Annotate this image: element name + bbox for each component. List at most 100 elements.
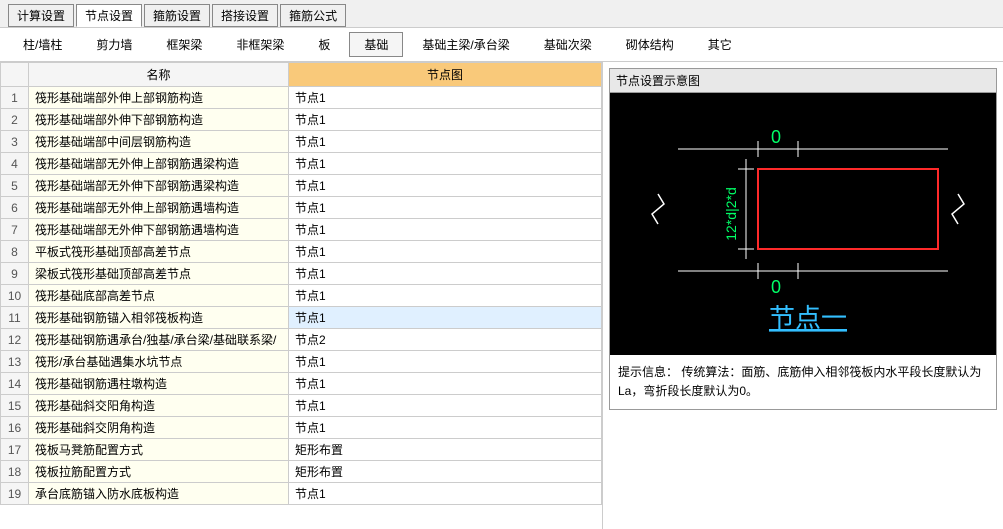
row-name[interactable]: 筏形/承台基础遇集水坑节点: [29, 351, 289, 373]
table-row[interactable]: 2筏形基础端部外伸下部钢筋构造节点1: [1, 109, 602, 131]
top-tab-1[interactable]: 节点设置: [76, 4, 142, 27]
row-num: 9: [1, 263, 29, 285]
row-node[interactable]: 节点1: [289, 263, 602, 285]
row-node[interactable]: 节点1: [289, 285, 602, 307]
table-row[interactable]: 15筏形基础斜交阳角构造节点1: [1, 395, 602, 417]
table-row[interactable]: 6筏形基础端部无外伸上部钢筋遇墙构造节点1: [1, 197, 602, 219]
sub-tab-9[interactable]: 其它: [693, 32, 747, 57]
row-name[interactable]: 筏形基础钢筋遇承台/独基/承台梁/基础联系梁/: [29, 329, 289, 351]
row-name[interactable]: 筏形基础端部中间层钢筋构造: [29, 131, 289, 153]
row-node[interactable]: 节点1: [289, 395, 602, 417]
row-node[interactable]: 节点1: [289, 109, 602, 131]
row-num: 19: [1, 483, 29, 505]
row-name[interactable]: 筏形基础端部外伸下部钢筋构造: [29, 109, 289, 131]
top-tab-3[interactable]: 搭接设置: [212, 4, 278, 27]
row-node[interactable]: 节点1: [289, 131, 602, 153]
row-num: 5: [1, 175, 29, 197]
table-row[interactable]: 4筏形基础端部无外伸上部钢筋遇梁构造节点1: [1, 153, 602, 175]
row-node[interactable]: 节点1: [289, 373, 602, 395]
sub-tab-bar: 柱/墙柱剪力墙框架梁非框架梁板基础基础主梁/承台梁基础次梁砌体结构其它: [0, 27, 1003, 62]
top-tab-2[interactable]: 箍筋设置: [144, 4, 210, 27]
col-header-node: 节点图: [289, 63, 602, 87]
table-row[interactable]: 7筏形基础端部无外伸下部钢筋遇墙构造节点1: [1, 219, 602, 241]
row-name[interactable]: 筏形基础斜交阴角构造: [29, 417, 289, 439]
row-name[interactable]: 筏形基础端部无外伸下部钢筋遇梁构造: [29, 175, 289, 197]
table-row[interactable]: 8平板式筏形基础顶部高差节点节点1: [1, 241, 602, 263]
sub-tab-7[interactable]: 基础次梁: [529, 32, 607, 57]
table-row[interactable]: 17筏板马凳筋配置方式矩形布置: [1, 439, 602, 461]
row-num: 1: [1, 87, 29, 109]
row-node[interactable]: 节点1: [289, 483, 602, 505]
row-name[interactable]: 筏形基础端部无外伸上部钢筋遇墙构造: [29, 197, 289, 219]
row-node[interactable]: 节点1: [289, 175, 602, 197]
row-name[interactable]: 筏板马凳筋配置方式: [29, 439, 289, 461]
table-area: 名称 节点图 1筏形基础端部外伸上部钢筋构造节点12筏形基础端部外伸下部钢筋构造…: [0, 62, 603, 529]
table-row[interactable]: 5筏形基础端部无外伸下部钢筋遇梁构造节点1: [1, 175, 602, 197]
sub-tab-0[interactable]: 柱/墙柱: [8, 32, 77, 57]
row-node[interactable]: 节点1: [289, 351, 602, 373]
top-tab-0[interactable]: 计算设置: [8, 4, 74, 27]
sub-tab-1[interactable]: 剪力墙: [81, 32, 147, 57]
row-name[interactable]: 平板式筏形基础顶部高差节点: [29, 241, 289, 263]
table-row[interactable]: 13筏形/承台基础遇集水坑节点节点1: [1, 351, 602, 373]
table-row[interactable]: 12筏形基础钢筋遇承台/独基/承台梁/基础联系梁/节点2: [1, 329, 602, 351]
settings-table: 名称 节点图 1筏形基础端部外伸上部钢筋构造节点12筏形基础端部外伸下部钢筋构造…: [0, 62, 602, 505]
row-node[interactable]: 节点1: [289, 241, 602, 263]
sub-tab-3[interactable]: 非框架梁: [221, 32, 299, 57]
row-num: 8: [1, 241, 29, 263]
dim-vert: 12*d|2*d: [723, 187, 739, 240]
row-node[interactable]: 节点1: [289, 417, 602, 439]
table-row[interactable]: 18筏板拉筋配置方式矩形布置: [1, 461, 602, 483]
diagram-caption: 节点一: [769, 303, 847, 333]
row-name[interactable]: 梁板式筏形基础顶部高差节点: [29, 263, 289, 285]
row-num: 10: [1, 285, 29, 307]
table-row[interactable]: 1筏形基础端部外伸上部钢筋构造节点1: [1, 87, 602, 109]
row-name[interactable]: 筏形基础底部高差节点: [29, 285, 289, 307]
row-name[interactable]: 筏形基础端部外伸上部钢筋构造: [29, 87, 289, 109]
row-num: 13: [1, 351, 29, 373]
row-node[interactable]: 节点1: [289, 219, 602, 241]
row-node[interactable]: 节点1: [289, 87, 602, 109]
table-row[interactable]: 10筏形基础底部高差节点节点1: [1, 285, 602, 307]
col-header-num: [1, 63, 29, 87]
row-node[interactable]: 节点1: [289, 197, 602, 219]
sub-tab-6[interactable]: 基础主梁/承台梁: [407, 32, 524, 57]
row-node[interactable]: 节点1: [289, 307, 602, 329]
row-node[interactable]: 节点1: [289, 153, 602, 175]
row-num: 6: [1, 197, 29, 219]
dim-top: 0: [771, 127, 781, 147]
row-node[interactable]: 节点2: [289, 329, 602, 351]
top-tab-4[interactable]: 箍筋公式: [280, 4, 346, 27]
row-name[interactable]: 承台底筋锚入防水底板构造: [29, 483, 289, 505]
sub-tab-5[interactable]: 基础: [349, 32, 403, 57]
table-row[interactable]: 16筏形基础斜交阴角构造节点1: [1, 417, 602, 439]
hint-label: 提示信息：: [618, 365, 678, 379]
row-name[interactable]: 筏形基础斜交阳角构造: [29, 395, 289, 417]
row-num: 4: [1, 153, 29, 175]
table-row[interactable]: 3筏形基础端部中间层钢筋构造节点1: [1, 131, 602, 153]
row-num: 18: [1, 461, 29, 483]
table-row[interactable]: 9梁板式筏形基础顶部高差节点节点1: [1, 263, 602, 285]
row-name[interactable]: 筏形基础端部无外伸上部钢筋遇梁构造: [29, 153, 289, 175]
table-row[interactable]: 19承台底筋锚入防水底板构造节点1: [1, 483, 602, 505]
row-num: 7: [1, 219, 29, 241]
sub-tab-4[interactable]: 板: [303, 32, 345, 57]
row-name[interactable]: 筏形基础钢筋锚入相邻筏板构造: [29, 307, 289, 329]
row-num: 2: [1, 109, 29, 131]
row-name[interactable]: 筏形基础端部无外伸下部钢筋遇墙构造: [29, 219, 289, 241]
diagram-svg: 0 0 12*d|2*d 节点一: [618, 99, 988, 349]
row-num: 17: [1, 439, 29, 461]
row-node[interactable]: 矩形布置: [289, 461, 602, 483]
sub-tab-2[interactable]: 框架梁: [151, 32, 217, 57]
diagram-panel: 节点设置示意图 0 0: [603, 62, 1003, 529]
diagram-box: 节点设置示意图 0 0: [609, 68, 997, 410]
row-name[interactable]: 筏形基础钢筋遇柱墩构造: [29, 373, 289, 395]
table-row[interactable]: 11筏形基础钢筋锚入相邻筏板构造节点1: [1, 307, 602, 329]
table-row[interactable]: 14筏形基础钢筋遇柱墩构造节点1: [1, 373, 602, 395]
row-node[interactable]: 矩形布置: [289, 439, 602, 461]
sub-tab-8[interactable]: 砌体结构: [611, 32, 689, 57]
diagram-canvas: 0 0 12*d|2*d 节点一: [610, 93, 996, 355]
row-name[interactable]: 筏板拉筋配置方式: [29, 461, 289, 483]
content-area: 名称 节点图 1筏形基础端部外伸上部钢筋构造节点12筏形基础端部外伸下部钢筋构造…: [0, 62, 1003, 529]
row-num: 15: [1, 395, 29, 417]
